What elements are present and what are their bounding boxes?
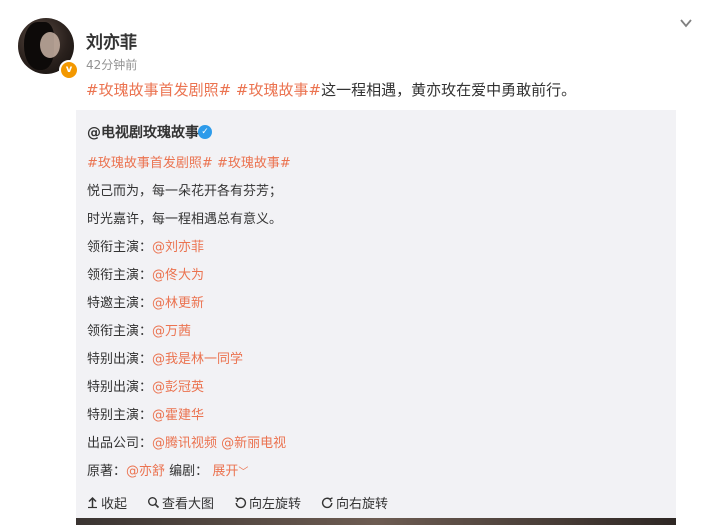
repost-line: 悦己而为，每一朵花开各有芬芳； xyxy=(87,184,283,199)
view-large-label: 查看大图 xyxy=(162,496,215,512)
credit-label: 领衔主演： xyxy=(87,324,153,339)
producer-link[interactable]: @腾讯视频 xyxy=(152,436,217,451)
credit-label: 领衔主演： xyxy=(87,240,153,255)
hashtag-link[interactable]: #玫瑰故事首发剧照# xyxy=(86,81,231,99)
hashtag-link[interactable]: #玫瑰故事# xyxy=(236,81,321,99)
producer-line: 出品公司：@腾讯视频 @新丽电视 xyxy=(87,432,286,451)
repost-author[interactable]: @电视剧玫瑰故事 xyxy=(87,122,199,142)
rotate-left-button[interactable]: 向左旋转 xyxy=(234,493,301,512)
repost-line: 时光嘉许，每一程相遇总有意义。 xyxy=(87,212,283,227)
post-text: #玫瑰故事首发剧照# #玫瑰故事#这一程相遇，黄亦玫在爱中勇敢前行。 xyxy=(86,79,576,100)
credit-line: 特邀主演：@林更新 xyxy=(87,292,204,311)
rotate-right-button[interactable]: 向右旋转 xyxy=(321,493,388,512)
credit-line: 领衔主演：@佟大为 xyxy=(87,264,204,283)
credit-name-link[interactable]: @佟大为 xyxy=(152,268,204,283)
producer-label: 出品公司： xyxy=(87,436,153,451)
repost-hashtags: #玫瑰故事首发剧照# #玫瑰故事# xyxy=(87,152,291,171)
original-label: 原著： xyxy=(87,464,127,479)
rotate-right-label: 向右旋转 xyxy=(336,496,389,512)
credit-line: 领衔主演：@刘亦菲 xyxy=(87,236,204,255)
post-body: 这一程相遇，黄亦玫在爱中勇敢前行。 xyxy=(321,81,577,99)
credit-label: 特别主演： xyxy=(87,408,153,423)
original-line: 原著：@亦舒 编剧： 展开﹀ xyxy=(87,460,248,479)
rotate-right-icon xyxy=(321,496,333,508)
credit-name-link[interactable]: @刘亦菲 xyxy=(152,240,204,255)
avatar-face xyxy=(40,32,60,58)
rotate-left-icon xyxy=(235,496,247,508)
collapse-button[interactable]: 收起 xyxy=(86,493,127,512)
producer-link[interactable]: @新丽电视 xyxy=(221,436,286,451)
credit-name-link[interactable]: @林更新 xyxy=(152,296,204,311)
original-author-link[interactable]: @亦舒 xyxy=(126,464,165,479)
credit-label: 领衔主演： xyxy=(87,268,153,283)
collapse-arrow-icon xyxy=(88,496,97,508)
chevron-down-icon[interactable] xyxy=(679,16,693,30)
post-time[interactable]: 42分钟前 xyxy=(86,56,137,73)
magnifier-icon xyxy=(148,496,160,508)
screenwriter-label: 编剧： xyxy=(169,464,209,479)
credit-label: 特别出演： xyxy=(87,380,153,395)
credit-line: 特别主演：@霍建华 xyxy=(87,404,204,423)
credit-line: 领衔主演：@万茜 xyxy=(87,320,191,339)
credit-name-link[interactable]: @彭冠英 xyxy=(152,380,204,395)
image-toolbar: 收起 查看大图 向左旋转 向右旋转 xyxy=(86,490,676,514)
credit-line: 特别出演：@我是林一同学 xyxy=(87,348,243,367)
expand-chevron-icon: ﹀ xyxy=(238,467,249,478)
view-large-button[interactable]: 查看大图 xyxy=(147,493,214,512)
credit-label: 特别出演： xyxy=(87,352,153,367)
hashtag-link[interactable]: #玫瑰故事首发剧照# xyxy=(87,156,213,171)
blue-verified-icon: ✓ xyxy=(198,125,212,139)
author-name[interactable]: 刘亦菲 xyxy=(86,28,137,53)
credit-name-link[interactable]: @霍建华 xyxy=(152,408,204,423)
credit-name-link[interactable]: @我是林一同学 xyxy=(152,352,243,367)
credit-name-link[interactable]: @万茜 xyxy=(152,324,191,339)
image-preview-edge[interactable] xyxy=(76,518,676,525)
hashtag-link[interactable]: #玫瑰故事# xyxy=(217,156,291,171)
collapse-label: 收起 xyxy=(101,496,128,512)
credit-line: 特别出演：@彭冠英 xyxy=(87,376,204,395)
rotate-left-label: 向左旋转 xyxy=(249,496,302,512)
verified-badge-icon: v xyxy=(59,60,79,80)
credit-label: 特邀主演： xyxy=(87,296,153,311)
expand-link[interactable]: 展开﹀ xyxy=(212,464,248,479)
